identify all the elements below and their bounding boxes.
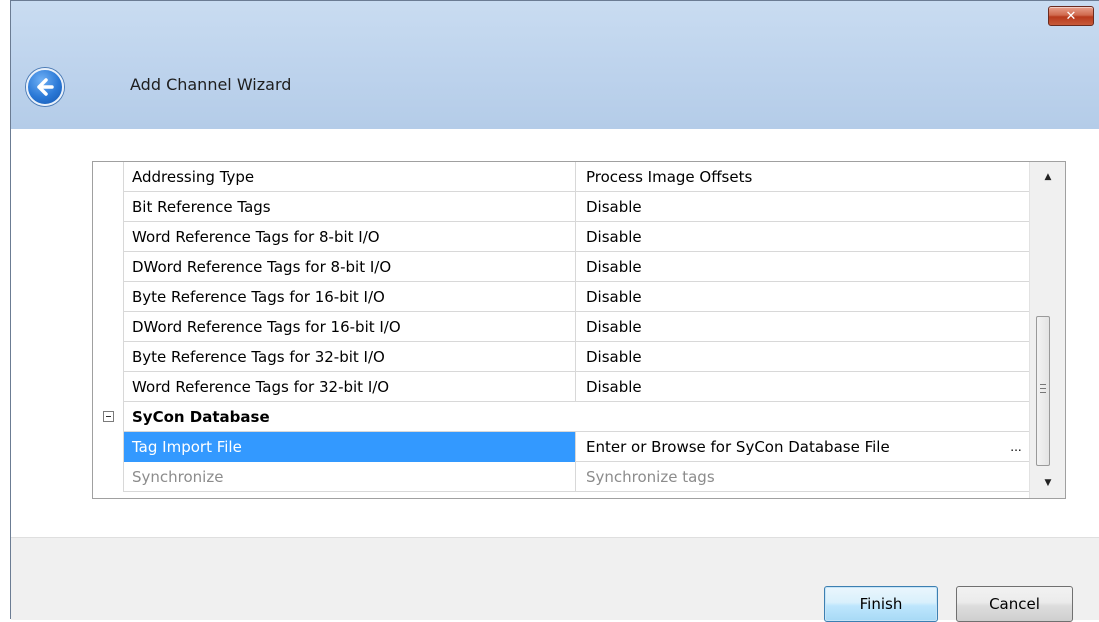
property-name: Byte Reference Tags for 32-bit I/O: [124, 342, 576, 372]
property-value[interactable]: Process Image Offsets: [576, 162, 1029, 192]
row-gutter: [93, 342, 124, 372]
row-gutter: [93, 402, 124, 432]
row-gutter: [93, 372, 124, 402]
tag-import-file-input[interactable]: Enter or Browse for SyCon Database File …: [576, 432, 1029, 462]
finish-button-label: Finish: [859, 595, 903, 613]
property-value[interactable]: Disable: [576, 372, 1029, 402]
property-value[interactable]: Synchronize tags: [576, 462, 1029, 492]
wizard-title: Add Channel Wizard: [130, 75, 292, 94]
property-grid: Addressing Type Process Image Offsets Bi…: [92, 161, 1066, 499]
property-row-byte-ref-16bit[interactable]: Byte Reference Tags for 16-bit I/O Disab…: [93, 282, 1029, 312]
row-gutter: [93, 162, 124, 192]
property-name: Word Reference Tags for 8-bit I/O: [124, 222, 576, 252]
property-value[interactable]: Disable: [576, 282, 1029, 312]
property-row-word-ref-8bit[interactable]: Word Reference Tags for 8-bit I/O Disabl…: [93, 222, 1029, 252]
row-gutter: [93, 432, 124, 462]
row-gutter: [93, 462, 124, 492]
property-row-synchronize[interactable]: Synchronize Synchronize tags: [93, 462, 1029, 492]
vertical-scrollbar[interactable]: ▲ ▼: [1029, 162, 1065, 498]
back-arrow-icon: [37, 78, 54, 96]
property-name: Byte Reference Tags for 16-bit I/O: [124, 282, 576, 312]
wizard-window: ✕ Add Channel Wizard Addressing Type Pro…: [10, 0, 1099, 622]
property-row-dword-ref-8bit[interactable]: DWord Reference Tags for 8-bit I/O Disab…: [93, 252, 1029, 282]
category-label: SyCon Database: [132, 408, 270, 426]
property-name: Word Reference Tags for 32-bit I/O: [124, 372, 576, 402]
grip-icon: [1040, 384, 1046, 393]
property-value: Enter or Browse for SyCon Database File: [586, 438, 890, 456]
property-name: DWord Reference Tags for 8-bit I/O: [124, 252, 576, 282]
property-row-word-ref-32bit[interactable]: Word Reference Tags for 32-bit I/O Disab…: [93, 372, 1029, 402]
row-gutter: [93, 282, 124, 312]
row-gutter: [93, 252, 124, 282]
cancel-button[interactable]: Cancel: [956, 586, 1073, 622]
browse-button[interactable]: ...: [1007, 438, 1025, 456]
property-name: Tag Import File: [124, 432, 576, 462]
back-button[interactable]: [26, 68, 64, 106]
title-bar: ✕ Add Channel Wizard: [11, 1, 1099, 129]
scroll-thumb[interactable]: [1036, 316, 1050, 466]
cancel-button-label: Cancel: [989, 595, 1040, 613]
finish-button[interactable]: Finish: [824, 586, 938, 622]
property-name: Synchronize: [124, 462, 576, 492]
property-name: DWord Reference Tags for 16-bit I/O: [124, 312, 576, 342]
category-sycon-database[interactable]: SyCon Database: [93, 402, 1029, 432]
button-footer: Finish Cancel: [11, 537, 1099, 622]
collapse-icon[interactable]: [103, 411, 114, 422]
property-value[interactable]: Disable: [576, 342, 1029, 372]
property-row-tag-import-file[interactable]: Tag Import File Enter or Browse for SyCo…: [93, 432, 1029, 462]
property-row-dword-ref-16bit[interactable]: DWord Reference Tags for 16-bit I/O Disa…: [93, 312, 1029, 342]
row-gutter: [93, 312, 124, 342]
scroll-down-arrow-icon[interactable]: ▼: [1030, 468, 1066, 498]
property-value[interactable]: Disable: [576, 252, 1029, 282]
row-gutter: [93, 192, 124, 222]
property-row-addressing-type[interactable]: Addressing Type Process Image Offsets: [93, 162, 1029, 192]
close-button[interactable]: ✕: [1048, 6, 1094, 26]
row-gutter: [93, 222, 124, 252]
property-value[interactable]: Disable: [576, 192, 1029, 222]
scroll-up-arrow-icon[interactable]: ▲: [1030, 162, 1066, 192]
property-row-byte-ref-32bit[interactable]: Byte Reference Tags for 32-bit I/O Disab…: [93, 342, 1029, 372]
property-row-bit-reference-tags[interactable]: Bit Reference Tags Disable: [93, 192, 1029, 222]
close-icon: ✕: [1065, 8, 1077, 24]
property-value[interactable]: Disable: [576, 222, 1029, 252]
property-name: Bit Reference Tags: [124, 192, 576, 222]
property-name: Addressing Type: [124, 162, 576, 192]
property-value[interactable]: Disable: [576, 312, 1029, 342]
